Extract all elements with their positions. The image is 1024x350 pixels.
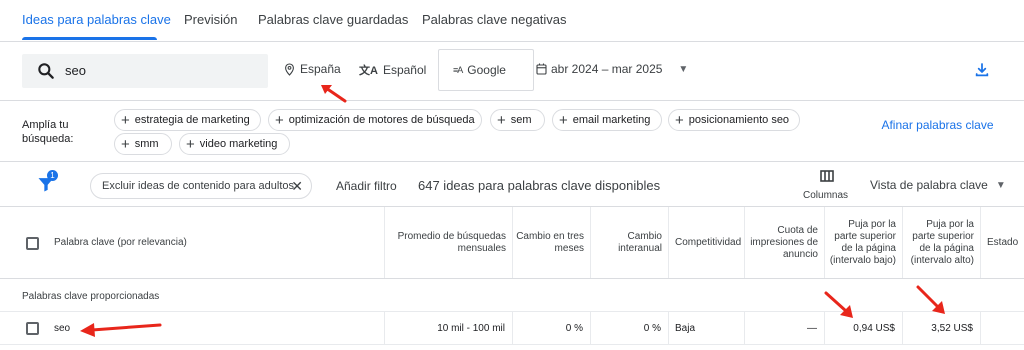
- add-icon: +: [121, 135, 130, 153]
- divider: [0, 100, 1024, 101]
- chevron-down-icon: ▼: [678, 63, 689, 75]
- network-selector[interactable]: ≡A Google: [438, 49, 534, 91]
- column-header-avg-searches[interactable]: Promedio de búsquedas mensuales: [384, 207, 512, 278]
- tab-negative-keywords[interactable]: Palabras clave negativas: [422, 12, 567, 27]
- broaden-chip[interactable]: + estrategia de marketing: [114, 109, 261, 131]
- annotation-arrow-icon: [916, 285, 945, 314]
- network-label: Google: [467, 63, 506, 77]
- impression-share-cell: —: [744, 312, 824, 344]
- columns-button[interactable]: Columnas: [803, 190, 848, 201]
- chip-label: video marketing: [199, 138, 278, 150]
- broaden-chip[interactable]: + video marketing: [179, 133, 290, 155]
- annotation-arrow-icon: [80, 323, 162, 337]
- chip-label: email marketing: [572, 114, 651, 126]
- close-icon[interactable]: ✕: [291, 178, 303, 195]
- column-header-status[interactable]: Estado: [980, 207, 1024, 278]
- chip-label: Excluir ideas de contenido para adultos: [102, 180, 295, 192]
- divider: [0, 278, 1024, 279]
- chip-label: posicionamiento seo: [688, 114, 790, 126]
- add-icon: +: [186, 135, 195, 153]
- exclude-adult-filter-chip[interactable]: Excluir ideas de contenido para adultos …: [90, 173, 312, 199]
- row-checkbox[interactable]: [26, 322, 39, 335]
- add-icon: +: [275, 111, 284, 129]
- refine-keywords-link[interactable]: Afinar palabras clave: [880, 117, 995, 133]
- avg-searches-cell: 10 mil - 100 mil: [384, 312, 512, 344]
- date-range-label: abr 2024 – mar 2025: [551, 62, 663, 76]
- search-icon: [38, 63, 54, 79]
- add-icon: +: [559, 111, 568, 129]
- filter-count-badge: 1: [47, 170, 58, 181]
- divider: [0, 161, 1024, 162]
- chip-label: estrategia de marketing: [134, 114, 250, 126]
- calendar-icon: [536, 63, 547, 75]
- chevron-down-icon: ▼: [995, 179, 1006, 191]
- add-icon: +: [675, 111, 684, 129]
- download-icon[interactable]: [974, 62, 990, 78]
- language-selector[interactable]: 文A Español: [359, 62, 426, 78]
- broaden-chip[interactable]: + smm: [114, 133, 172, 155]
- search-value: seo: [65, 63, 86, 78]
- add-icon: +: [121, 111, 130, 129]
- divider: [0, 344, 1024, 345]
- column-header-yoy-change[interactable]: Cambio interanual: [590, 207, 668, 278]
- competition-cell: Baja: [668, 312, 744, 344]
- tab-forecast[interactable]: Previsión: [184, 12, 237, 27]
- search-network-icon: ≡A: [453, 65, 463, 75]
- location-selector[interactable]: España: [284, 62, 341, 76]
- column-header-three-month-change[interactable]: Cambio en tres meses: [512, 207, 590, 278]
- translate-icon: 文A: [359, 65, 378, 77]
- view-label: Vista de palabra clave: [870, 178, 988, 192]
- location-pin-icon: [285, 62, 294, 76]
- yoy-change-cell: 0 %: [590, 312, 668, 344]
- tab-keyword-ideas[interactable]: Ideas para palabras clave: [22, 12, 171, 27]
- chip-label: sem: [510, 114, 532, 126]
- broaden-chip[interactable]: + sem: [490, 109, 545, 131]
- search-input[interactable]: seo: [22, 54, 268, 88]
- provided-keywords-group-label: Palabras clave proporcionadas: [22, 291, 160, 302]
- chip-label: optimización de motores de búsqueda: [288, 114, 475, 126]
- location-label: España: [300, 62, 341, 76]
- broaden-search-label: Amplía tu búsqueda:: [22, 119, 74, 145]
- columns-icon[interactable]: [820, 170, 834, 182]
- add-icon: +: [497, 111, 506, 129]
- broaden-chip[interactable]: + email marketing: [552, 109, 662, 131]
- annotation-arrow-icon: [321, 85, 347, 103]
- column-header-bid-low[interactable]: Puja por la parte superior de la página …: [824, 207, 902, 278]
- column-header-bid-high[interactable]: Puja por la parte superior de la página …: [902, 207, 980, 278]
- status-cell: [980, 312, 1024, 344]
- tab-bar: Ideas para palabras clave Previsión Pala…: [0, 0, 1024, 42]
- active-tab-indicator: [22, 37, 157, 40]
- broaden-chip[interactable]: + optimización de motores de búsqueda: [268, 109, 482, 131]
- chip-label: smm: [134, 138, 159, 150]
- tab-saved-keywords[interactable]: Palabras clave guardadas: [258, 12, 408, 27]
- ideas-count: 647 ideas para palabras clave disponible…: [418, 178, 661, 193]
- date-range-selector[interactable]: abr 2024 – mar 2025 ▼: [536, 62, 688, 76]
- column-header-competition[interactable]: Competitividad: [668, 207, 744, 278]
- keyword-view-selector[interactable]: Vista de palabra clave ▼: [870, 178, 1006, 192]
- select-all-checkbox[interactable]: [26, 237, 39, 250]
- column-header-impression-share[interactable]: Cuota de impresiones de anuncio: [744, 207, 824, 278]
- annotation-arrow-icon: [824, 291, 853, 318]
- language-label: Español: [382, 63, 427, 77]
- broaden-chip[interactable]: + posicionamiento seo: [668, 109, 800, 131]
- add-filter-button[interactable]: Añadir filtro: [336, 179, 397, 193]
- column-header-keyword[interactable]: Palabra clave (por relevancia): [48, 207, 384, 278]
- bid-high-cell: 3,52 US$: [902, 312, 980, 344]
- three-month-change-cell: 0 %: [512, 312, 590, 344]
